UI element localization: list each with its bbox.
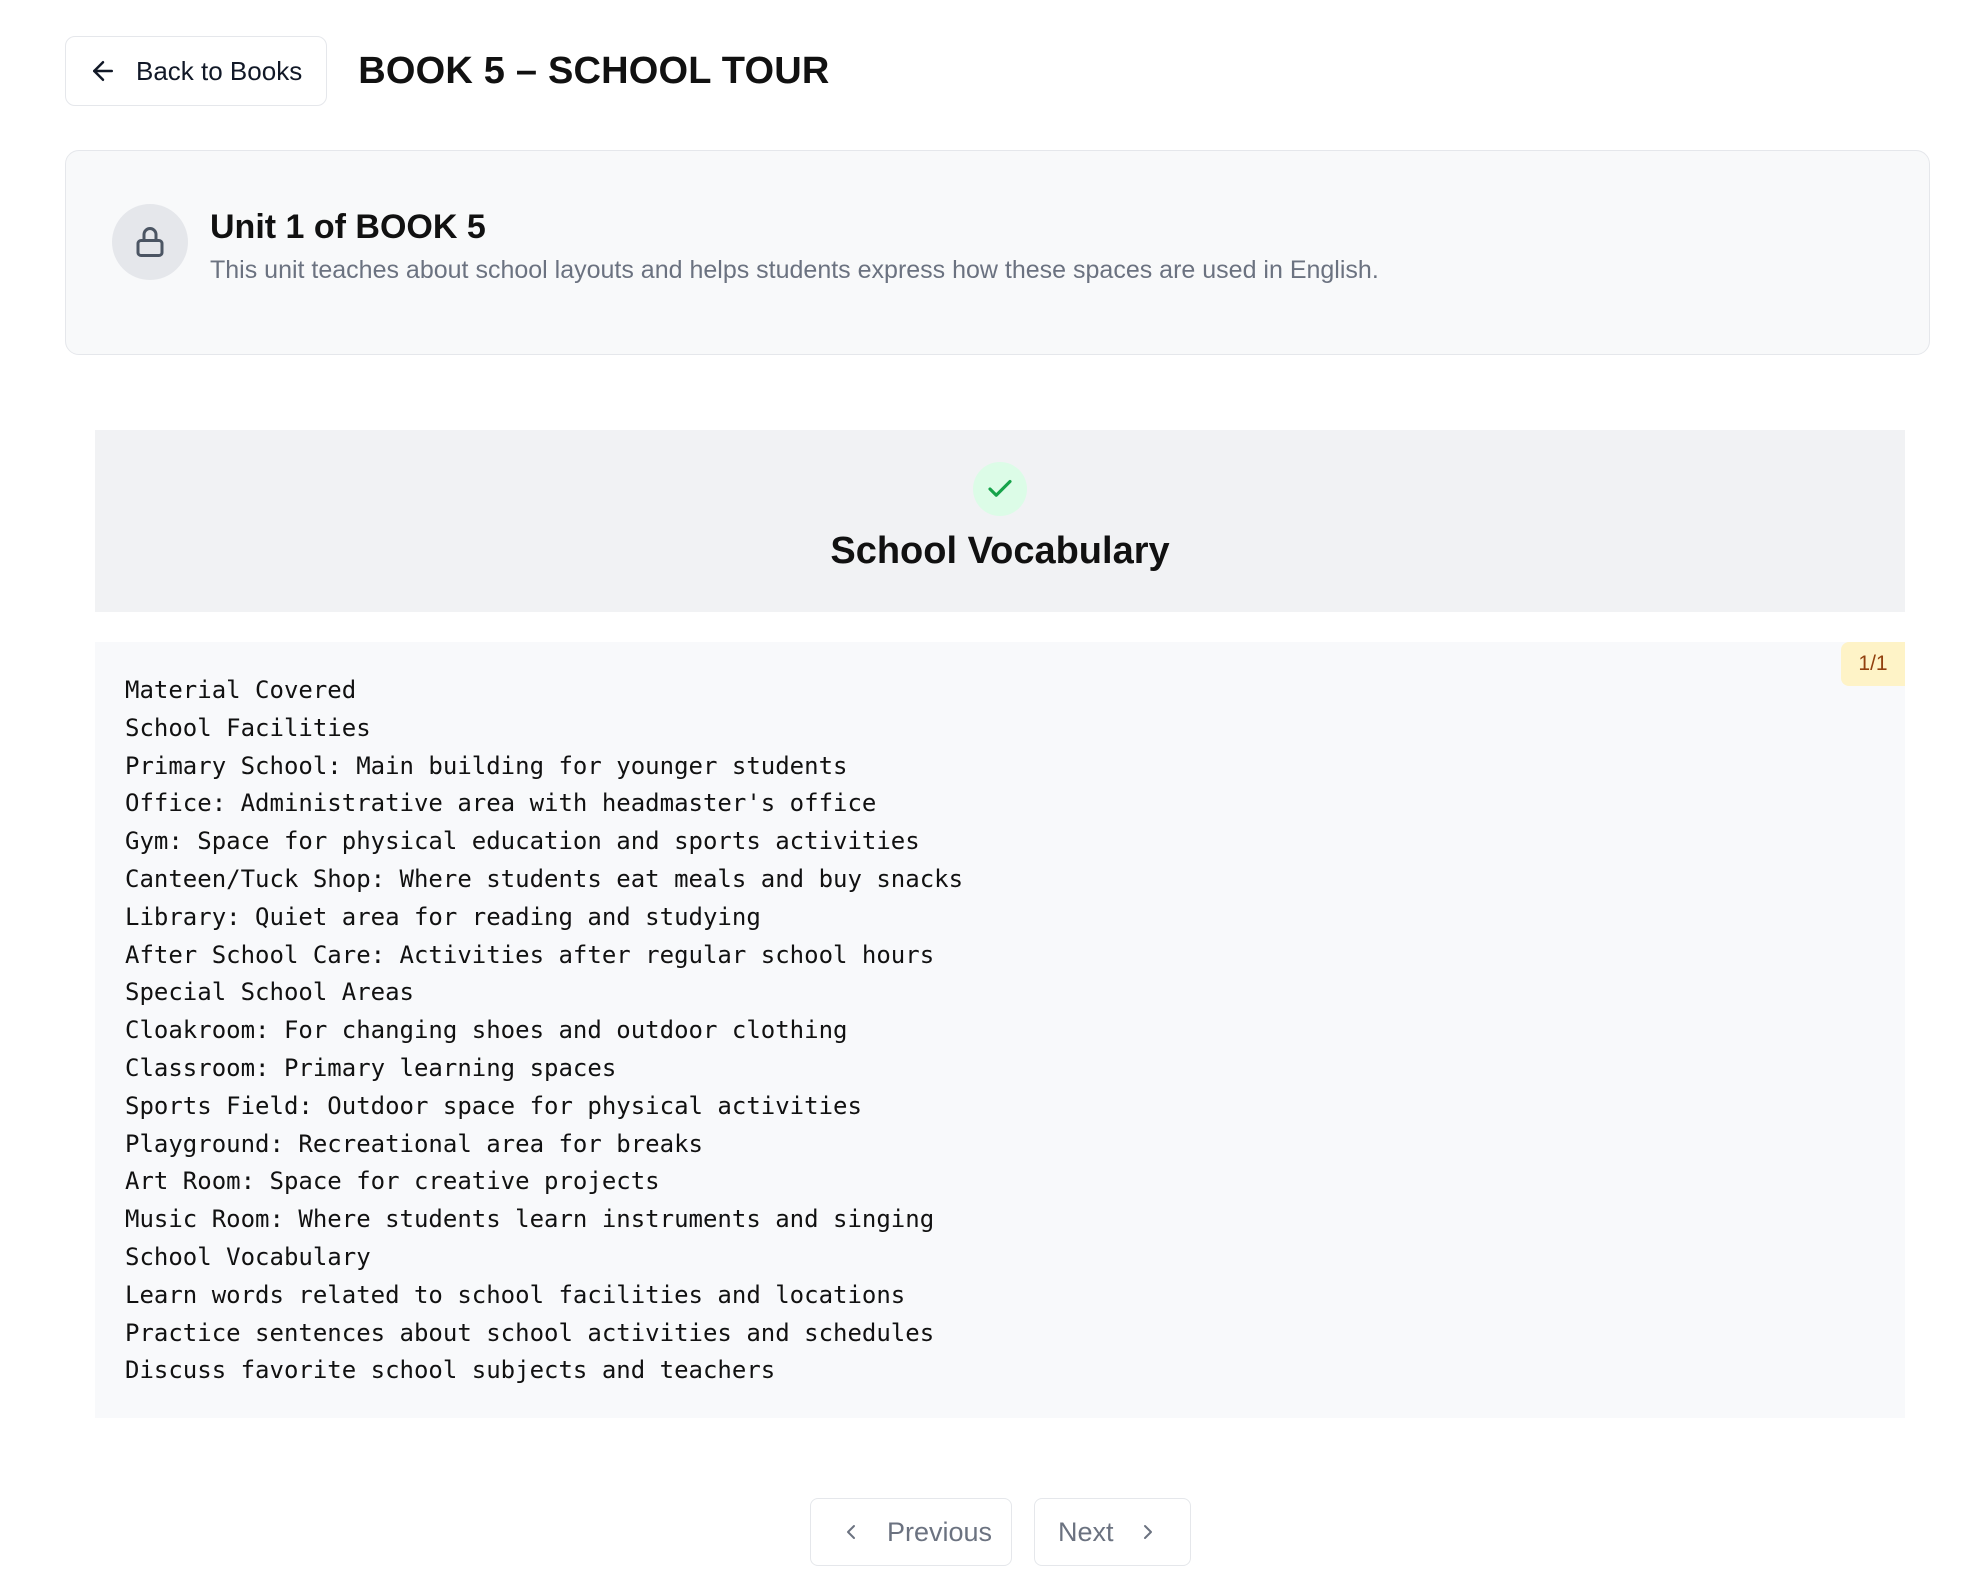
content-line: Sports Field: Outdoor space for physical… — [125, 1091, 862, 1120]
content-line: Gym: Space for physical education and sp… — [125, 827, 920, 856]
content-line: Canteen/Tuck Shop: Where students eat me… — [125, 864, 964, 893]
next-button[interactable]: Next — [1034, 1498, 1191, 1566]
content-line: Discuss favorite school subjects and tea… — [125, 1356, 776, 1385]
content-line: Primary School: Main building for younge… — [125, 751, 848, 780]
unit-description: This unit teaches about school layouts a… — [210, 256, 1379, 284]
content-line: Material Covered — [125, 676, 357, 704]
lesson-header: School Vocabulary — [95, 430, 1905, 612]
page-header: Back to Books BOOK 5 – SCHOOL TOUR — [65, 36, 830, 106]
content-line: Music Room: Where students learn instrum… — [125, 1205, 935, 1234]
previous-label: Previous — [887, 1516, 993, 1547]
unit-text: Unit 1 of BOOK 5 This unit teaches about… — [210, 204, 1379, 286]
arrow-left-icon — [88, 56, 118, 86]
lock-icon — [112, 204, 188, 280]
content-line: Cloakroom: For changing shoes and outdoo… — [125, 1016, 848, 1045]
unit-info-card: Unit 1 of BOOK 5 This unit teaches about… — [65, 150, 1930, 355]
back-to-books-button[interactable]: Back to Books — [65, 36, 328, 106]
content-line: Office: Administrative area with headmas… — [125, 789, 877, 818]
content-line: School Facilities — [125, 713, 371, 742]
content-line: Playground: Recreational area for breaks — [125, 1129, 703, 1158]
chevron-right-icon — [1136, 1520, 1160, 1544]
content-line: After School Care: Activities after regu… — [125, 940, 935, 969]
lesson-title: School Vocabulary — [830, 530, 1170, 572]
content-line: Library: Quiet area for reading and stud… — [125, 902, 761, 931]
page-indicator-badge: 1/1 — [1841, 642, 1905, 686]
content-line: Practice sentences about school activiti… — [125, 1318, 935, 1347]
pagination: Previous Next — [810, 1498, 1191, 1566]
lesson-content: 1/1 Material Covered School Facilities Pri… — [95, 642, 1905, 1418]
content-line: School Vocabulary — [125, 1242, 371, 1271]
content-line: Art Room: Space for creative projects — [125, 1167, 660, 1196]
content-lines: Material Covered School Facilities Primary… — [125, 672, 963, 1390]
back-button-label: Back to Books — [136, 55, 303, 86]
content-line: Classroom: Primary learning spaces — [125, 1053, 617, 1082]
previous-button[interactable]: Previous — [810, 1498, 1012, 1566]
page-title: BOOK 5 – SCHOOL TOUR — [358, 49, 830, 92]
content-line: Learn words related to school facilities… — [125, 1280, 906, 1309]
check-icon — [973, 462, 1027, 516]
content-line: Special School Areas — [125, 978, 414, 1007]
next-label: Next — [1058, 1516, 1114, 1547]
chevron-left-icon — [839, 1520, 863, 1544]
unit-title: Unit 1 of BOOK 5 — [210, 208, 486, 246]
